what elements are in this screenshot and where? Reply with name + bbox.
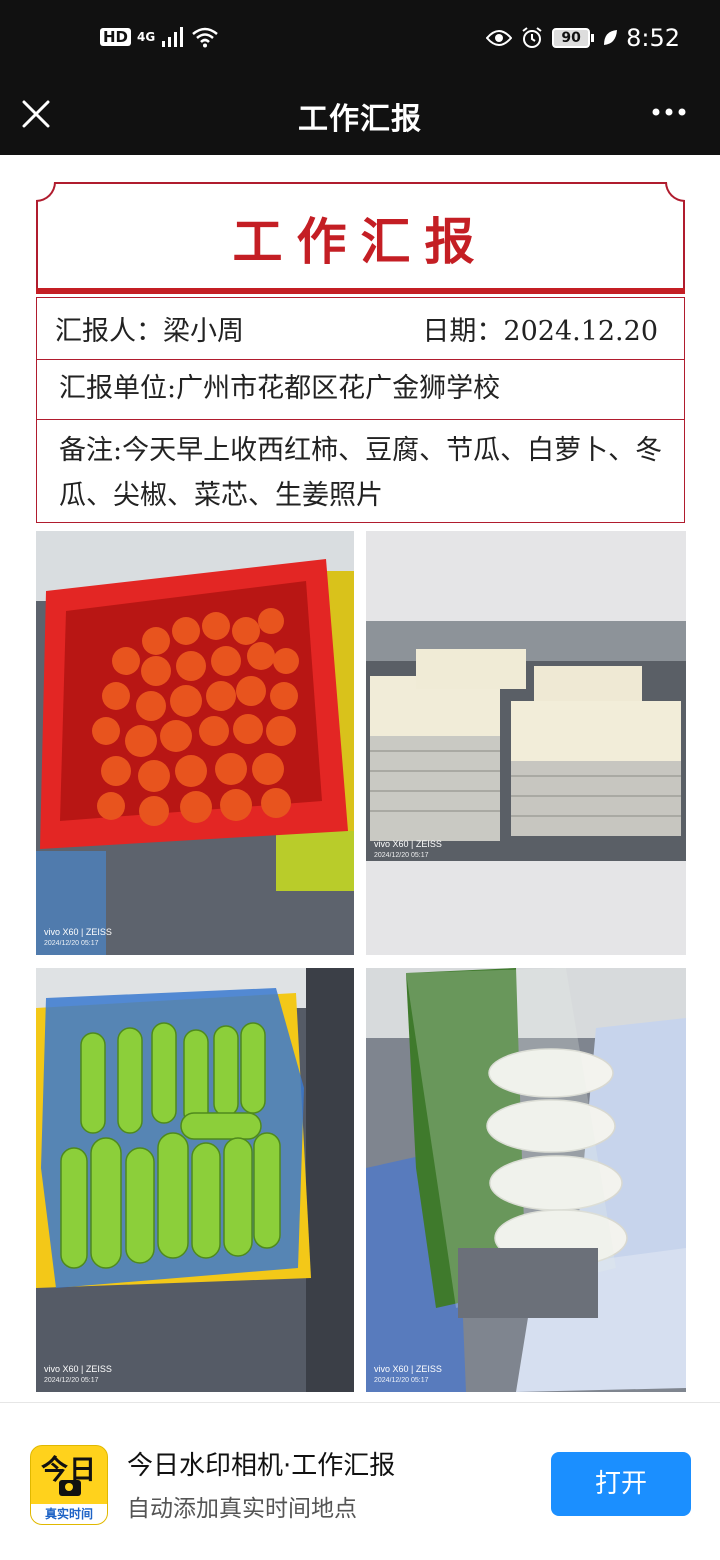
network-type: 4G [137,30,156,44]
status-bar: HD 4G 90 8:52 [0,0,720,84]
eye-icon [486,30,513,46]
clock: 8:52 [626,24,680,52]
note-row: 备注:今天早上收西红柿、豆腐、节瓜、白萝卜、冬瓜、尖椒、菜芯、生姜照片 [36,420,685,523]
battery-level: 90 [552,28,591,48]
report-card: 工作汇报 汇报人：梁小周 日期：2024.12.20 汇报单位:广州市花都区花广… [36,182,685,523]
app-logo-icon[interactable]: 今日 真实时间 [30,1445,108,1525]
reporter-row: 汇报人：梁小周 日期：2024.12.20 [36,297,685,360]
hd-badge: HD [100,28,132,46]
reporter: 汇报人：梁小周 [55,316,244,347]
alarm-icon [522,27,542,48]
app-promo-banner: 今日 真实时间 今日水印相机·工作汇报 自动添加真实时间地点 打开 [0,1402,720,1560]
title-divider [36,288,685,294]
status-right: 90 8:52 [486,24,680,52]
leaf-icon [604,30,618,45]
report-header: 工作汇报 [36,182,685,288]
status-left: HD 4G [100,26,219,48]
battery-icon: 90 [552,28,595,48]
more-icon[interactable] [652,108,686,116]
unit-row: 汇报单位:广州市花都区花广金狮学校 [36,360,685,420]
photo-tomatoes[interactable]: vivo X60 | ZEISS 2024/12/20 05:17 [36,531,354,955]
wifi-icon [192,27,219,48]
app-icon-tag: 真实时间 [31,1504,107,1524]
report-date: 日期：2024.12.20 [422,316,658,347]
photo-watermark: vivo X60 | ZEISS 2024/12/20 05:17 [374,1364,442,1384]
app-title: 今日水印相机·工作汇报 [127,1451,396,1481]
photo-watermark: vivo X60 | ZEISS 2024/12/20 05:17 [44,927,112,947]
camera-icon [59,1480,81,1496]
photo-tofu[interactable]: vivo X60 | ZEISS 2024/12/20 05:17 [366,531,686,955]
photo-melons[interactable]: vivo X60 | ZEISS 2024/12/20 05:17 [36,968,354,1392]
photo-radishes[interactable]: vivo X60 | ZEISS 2024/12/20 05:17 [366,968,686,1392]
report-unit: 汇报单位:广州市花都区花广金狮学校 [59,373,501,404]
photo-watermark: vivo X60 | ZEISS 2024/12/20 05:17 [44,1364,112,1384]
report-note: 备注:今天早上收西红柿、豆腐、节瓜、白萝卜、冬瓜、尖椒、菜芯、生姜照片 [59,435,663,511]
report-title: 工作汇报 [232,212,489,271]
page-title: 工作汇报 [298,102,422,137]
open-button[interactable]: 打开 [551,1452,691,1516]
photo-watermark: vivo X60 | ZEISS 2024/12/20 05:17 [374,839,442,859]
nav-bar: 工作汇报 [0,84,720,155]
app-subtitle: 自动添加真实时间地点 [127,1496,357,1522]
signal-icon [162,27,184,47]
